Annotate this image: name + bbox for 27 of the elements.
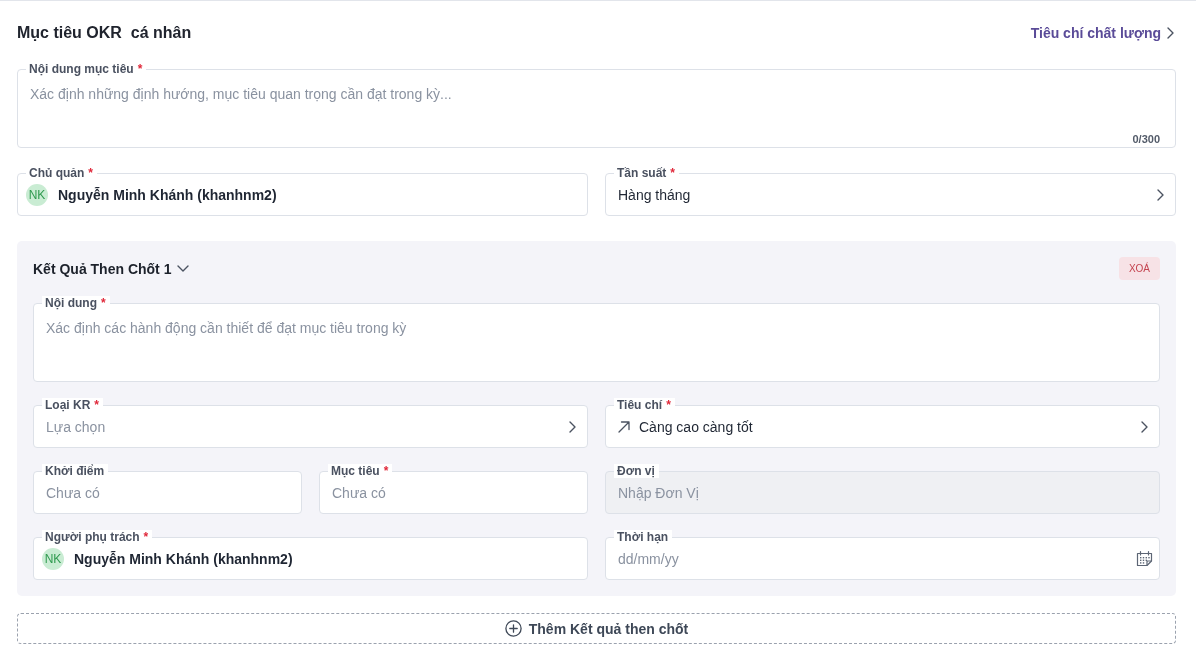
avatar: NK (26, 183, 48, 206)
arrow-up-right-icon (618, 420, 630, 433)
character-counter: 0/300 (1132, 133, 1160, 145)
chevron-right-icon (569, 420, 576, 433)
chevron-right-icon (1141, 420, 1148, 433)
plus-circle-icon (504, 620, 522, 637)
chevron-down-icon[interactable] (177, 265, 190, 272)
calendar-icon (1136, 550, 1153, 567)
field-label: Tiêu chí * (614, 398, 675, 412)
field-label: Nội dung * (42, 296, 110, 310)
field-label: Người phụ trách * (42, 530, 153, 544)
field-label: Khởi điểm (42, 464, 109, 478)
key-result-title: Kết Quả Then Chốt 1 (33, 260, 172, 277)
chevron-right-icon (1157, 188, 1164, 201)
field-label: Mục tiêu * (328, 464, 393, 478)
field-label: Tần suất * (614, 166, 679, 180)
field-label: Chủ quản * (26, 166, 97, 180)
field-label: Thời hạn (614, 530, 673, 544)
quality-criteria-link[interactable]: Tiêu chí chất lượng (1030, 25, 1174, 41)
page-title: Mục tiêu OKR cá nhân (17, 24, 192, 42)
field-label: Nội dung mục tiêu * (26, 62, 147, 76)
field-label: Đơn vị (614, 464, 659, 478)
field-label: Loại KR * (42, 398, 103, 412)
chevron-right-icon (1167, 27, 1174, 39)
avatar: NK (42, 547, 64, 570)
delete-button[interactable]: XOÁ (1118, 257, 1160, 280)
add-key-result-button[interactable]: Thêm Kết quả then chốt (17, 613, 1176, 644)
